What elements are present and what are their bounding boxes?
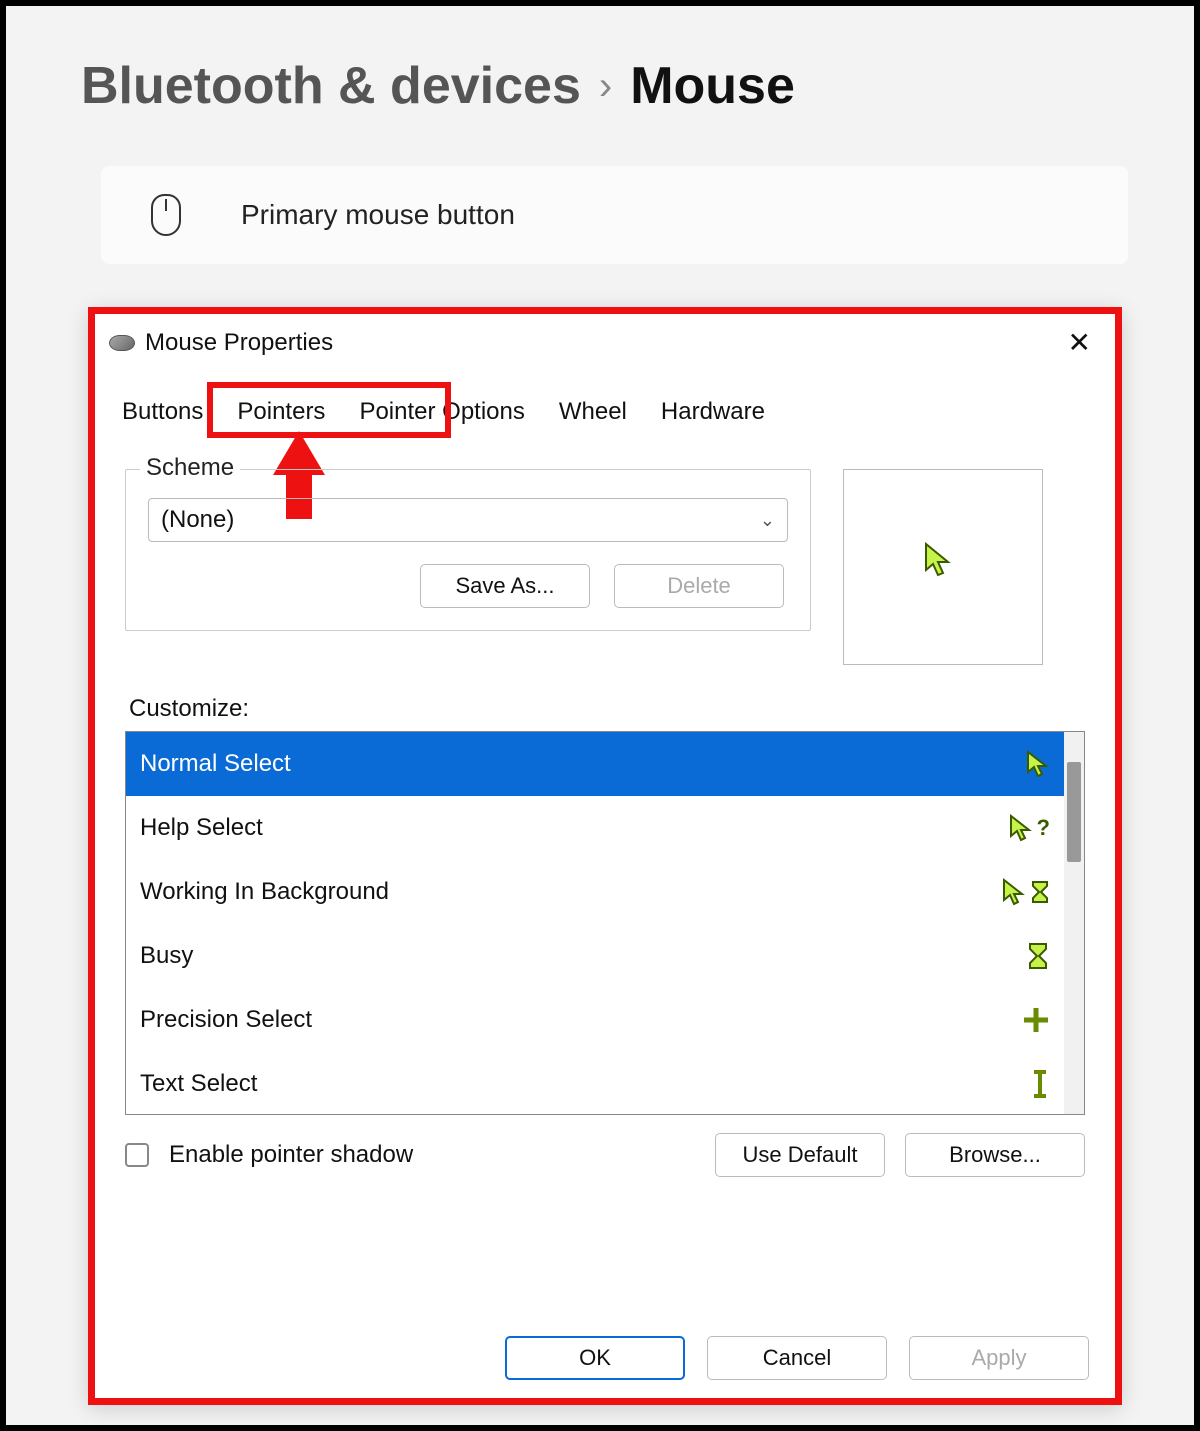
scheme-groupbox: Scheme (None) ⌄ Save As... Delete bbox=[125, 469, 811, 631]
close-button[interactable]: ✕ bbox=[1058, 324, 1101, 361]
scheme-legend: Scheme bbox=[140, 454, 240, 482]
list-item-label: Working In Background bbox=[140, 878, 389, 906]
list-item[interactable]: Normal Select bbox=[126, 732, 1064, 796]
list-item-label: Busy bbox=[140, 942, 193, 970]
enable-shadow-checkbox[interactable] bbox=[125, 1143, 149, 1167]
apply-button[interactable]: Apply bbox=[909, 1336, 1089, 1380]
list-item-label: Help Select bbox=[140, 814, 263, 842]
settings-row-primary-button[interactable]: Primary mouse button bbox=[101, 166, 1128, 264]
mouse-properties-dialog: Mouse Properties ✕ Buttons Pointers Poin… bbox=[88, 307, 1122, 1405]
list-item[interactable]: Precision Select bbox=[126, 988, 1064, 1052]
text-cursor-icon bbox=[1030, 1069, 1050, 1099]
arrow-cursor-icon bbox=[1026, 750, 1050, 778]
chevron-right-icon: › bbox=[599, 64, 612, 109]
ok-button[interactable]: OK bbox=[505, 1336, 685, 1380]
list-item-label: Text Select bbox=[140, 1070, 257, 1098]
tab-pointers[interactable]: Pointers bbox=[220, 387, 342, 437]
busy-cursor-icon bbox=[1026, 941, 1050, 971]
scheme-value: (None) bbox=[161, 506, 234, 534]
cursor-listbox[interactable]: Normal Select Help Select ? Working In B… bbox=[125, 731, 1085, 1115]
scrollbar[interactable] bbox=[1064, 732, 1084, 1114]
cancel-button[interactable]: Cancel bbox=[707, 1336, 887, 1380]
settings-row-label: Primary mouse button bbox=[241, 199, 515, 231]
list-item[interactable]: Busy bbox=[126, 924, 1064, 988]
scheme-select[interactable]: (None) ⌄ bbox=[148, 498, 788, 542]
dialog-titlebar: Mouse Properties ✕ bbox=[95, 314, 1115, 365]
tab-buttons[interactable]: Buttons bbox=[105, 387, 220, 437]
mouse-mini-icon bbox=[109, 335, 135, 351]
delete-button[interactable]: Delete bbox=[614, 564, 784, 608]
tab-wheel[interactable]: Wheel bbox=[542, 387, 644, 437]
working-cursor-icon bbox=[1002, 878, 1050, 906]
tab-pointer-options[interactable]: Pointer Options bbox=[342, 387, 541, 437]
cursor-preview-icon bbox=[924, 542, 954, 578]
list-item[interactable]: Help Select ? bbox=[126, 796, 1064, 860]
mouse-icon bbox=[151, 194, 181, 236]
scrollbar-thumb[interactable] bbox=[1067, 762, 1081, 862]
breadcrumb-parent[interactable]: Bluetooth & devices bbox=[81, 56, 581, 116]
dialog-tabs: Buttons Pointers Pointer Options Wheel H… bbox=[105, 387, 1115, 437]
list-item[interactable]: Text Select bbox=[126, 1052, 1064, 1114]
breadcrumb: Bluetooth & devices › Mouse bbox=[6, 6, 1194, 146]
breadcrumb-current: Mouse bbox=[630, 56, 795, 116]
chevron-down-icon: ⌄ bbox=[760, 510, 775, 531]
list-item[interactable]: Working In Background bbox=[126, 860, 1064, 924]
list-item-label: Normal Select bbox=[140, 750, 291, 778]
use-default-button[interactable]: Use Default bbox=[715, 1133, 885, 1177]
precision-cursor-icon bbox=[1022, 1006, 1050, 1034]
save-as-button[interactable]: Save As... bbox=[420, 564, 590, 608]
list-item-label: Precision Select bbox=[140, 1006, 312, 1034]
tab-hardware[interactable]: Hardware bbox=[644, 387, 782, 437]
help-cursor-icon: ? bbox=[1009, 814, 1050, 842]
dialog-title: Mouse Properties bbox=[145, 329, 333, 357]
browse-button[interactable]: Browse... bbox=[905, 1133, 1085, 1177]
enable-shadow-label: Enable pointer shadow bbox=[169, 1141, 695, 1169]
customize-label: Customize: bbox=[129, 695, 1085, 723]
cursor-preview bbox=[843, 469, 1043, 665]
